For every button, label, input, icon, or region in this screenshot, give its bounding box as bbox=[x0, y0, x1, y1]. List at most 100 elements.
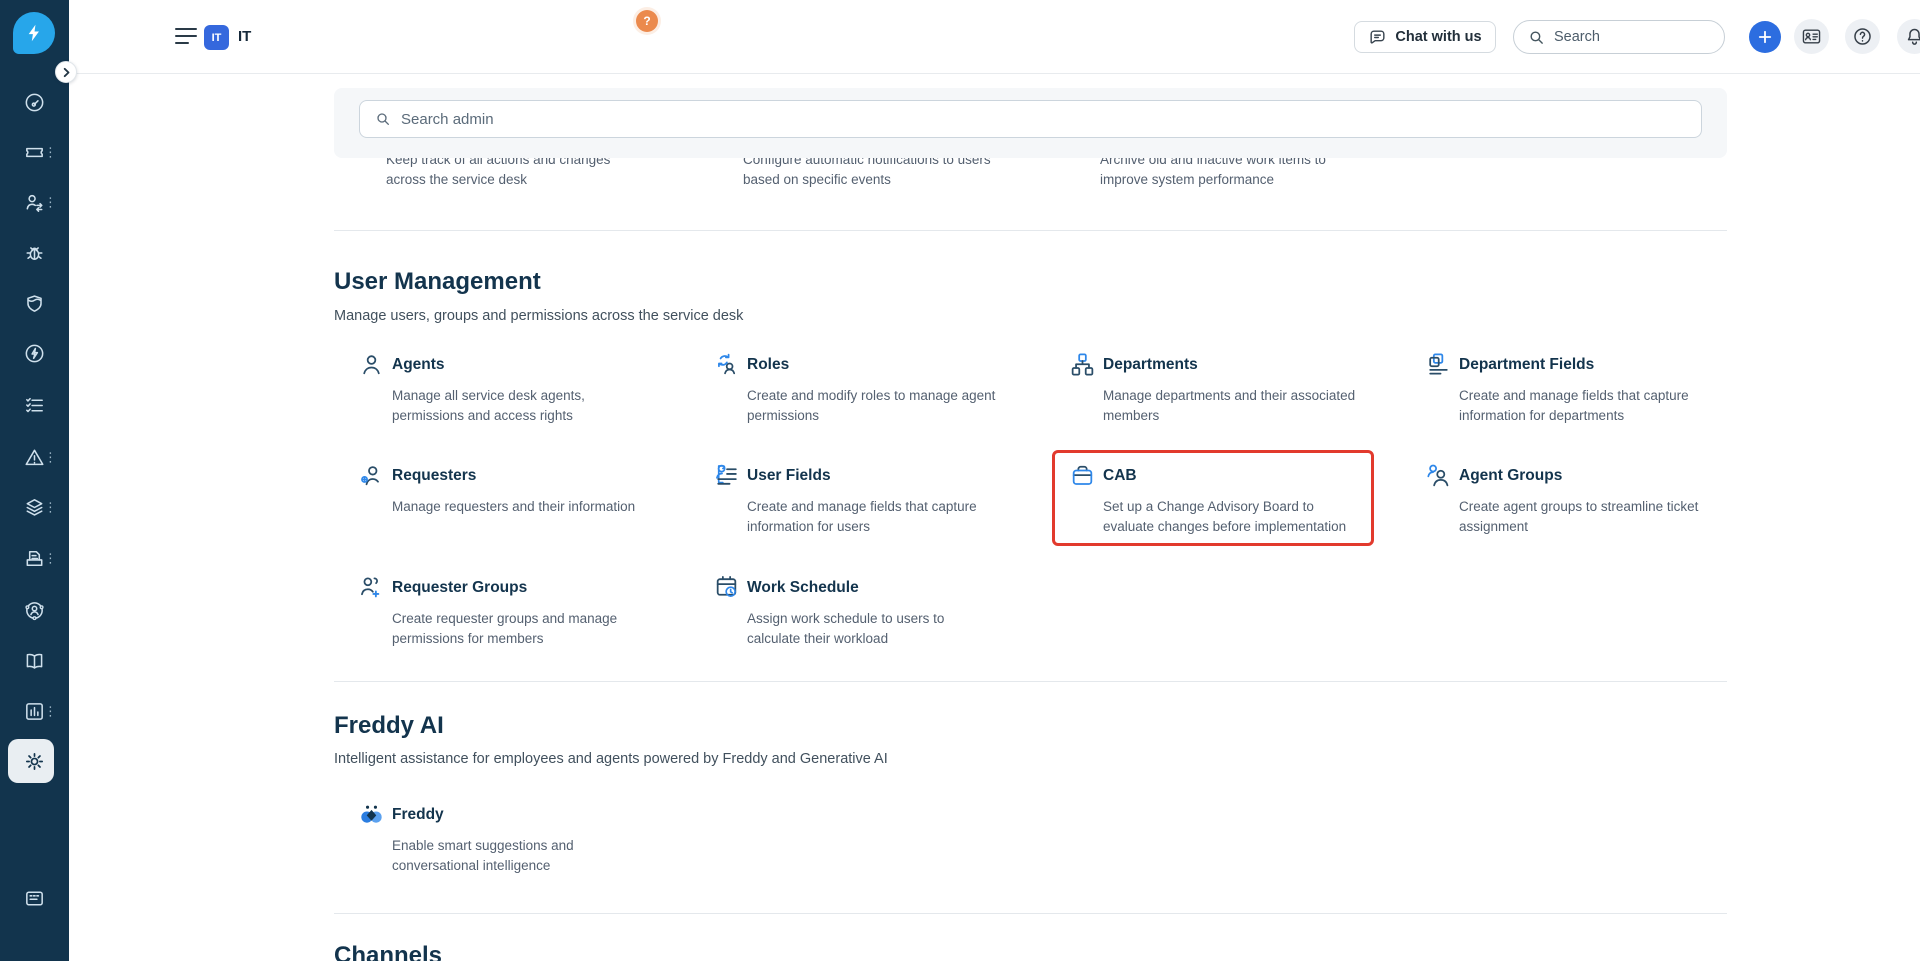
card-description: Enable smart suggestions and conversatio… bbox=[392, 836, 574, 876]
book-icon bbox=[23, 650, 46, 673]
bell-button[interactable] bbox=[1897, 19, 1920, 54]
admin-card-roles[interactable]: Roles Create and modify roles to manage a… bbox=[713, 352, 1053, 426]
roles-icon bbox=[713, 351, 740, 378]
admin-search-box[interactable] bbox=[359, 100, 1702, 138]
requesters-icon bbox=[358, 462, 385, 489]
search-icon bbox=[1528, 29, 1545, 46]
card-description: Create and modify roles to manage agent … bbox=[747, 386, 995, 426]
bolt-circle-icon bbox=[23, 342, 46, 365]
card-title: User Fields bbox=[747, 463, 977, 489]
card-title: Department Fields bbox=[1459, 352, 1689, 378]
kebab-menu-icon[interactable]: ⋮ bbox=[44, 556, 57, 561]
card-title: Work Schedule bbox=[747, 575, 944, 601]
kebab-menu-icon[interactable]: ⋮ bbox=[44, 505, 57, 510]
section-title-channels: Channels bbox=[334, 942, 442, 961]
chat-with-us-button[interactable]: Chat with us bbox=[1354, 21, 1496, 53]
bell-icon bbox=[1904, 26, 1920, 47]
card-title: Freddy bbox=[392, 802, 574, 828]
card-title: Roles bbox=[747, 352, 995, 378]
admin-search-input[interactable] bbox=[401, 111, 1701, 128]
speedometer-icon bbox=[23, 91, 46, 114]
freshworks-logo-icon[interactable] bbox=[13, 12, 55, 54]
task-list-icon bbox=[23, 394, 46, 417]
shield-icon bbox=[23, 292, 46, 315]
card-description: Manage requesters and their information bbox=[392, 497, 635, 517]
id-card-button[interactable] bbox=[1794, 19, 1829, 54]
sidebar-item-gear[interactable] bbox=[0, 741, 69, 781]
sidebar-item-bottom-panel[interactable] bbox=[0, 878, 69, 918]
card-title: Agents bbox=[392, 352, 585, 378]
sidebar-item-ticket[interactable]: ⋮ bbox=[0, 132, 69, 172]
departments-icon bbox=[1069, 351, 1096, 378]
card-title: Agent Groups bbox=[1459, 463, 1698, 489]
card-title: Departments bbox=[1103, 352, 1355, 378]
gear-icon bbox=[23, 750, 46, 773]
admin-card-departments[interactable]: Departments Manage departments and their … bbox=[1069, 352, 1409, 426]
section-divider bbox=[334, 230, 1727, 231]
global-search[interactable] bbox=[1513, 20, 1725, 54]
card-description: Create and manage fields that capture in… bbox=[1459, 386, 1689, 426]
card-description: Assign work schedule to users to calcula… bbox=[747, 609, 944, 649]
sidebar-item-user-arrows[interactable]: ⋮ bbox=[0, 182, 69, 222]
kebab-menu-icon[interactable]: ⋮ bbox=[44, 150, 57, 155]
admin-card-department-fields[interactable]: Department Fields Create and manage field… bbox=[1425, 352, 1765, 426]
sidebar-item-user-orbit[interactable] bbox=[0, 590, 69, 630]
agents-icon bbox=[358, 351, 385, 378]
section-divider bbox=[334, 913, 1727, 914]
user-fields-icon bbox=[713, 462, 740, 489]
global-search-input[interactable] bbox=[1554, 29, 1704, 45]
sidebar-item-task-list[interactable] bbox=[0, 385, 69, 425]
workspace-badge[interactable]: IT bbox=[204, 25, 229, 50]
sidebar-item-layers[interactable]: ⋮ bbox=[0, 487, 69, 527]
sidebar-item-bar-chart[interactable]: ⋮ bbox=[0, 691, 69, 731]
sidebar-expand-chevron-icon[interactable] bbox=[55, 61, 77, 83]
help-circle-icon bbox=[1852, 26, 1873, 47]
user-orbit-icon bbox=[23, 599, 46, 622]
bar-chart-icon bbox=[23, 700, 46, 723]
kebab-menu-icon[interactable]: ⋮ bbox=[44, 455, 57, 460]
department-fields-icon bbox=[1425, 351, 1452, 378]
section-title-freddy-ai: Freddy AI bbox=[334, 712, 444, 740]
admin-card-requester-groups[interactable]: Requester GroupsCreate requester groups … bbox=[358, 575, 698, 649]
section-divider bbox=[334, 681, 1727, 682]
section-title-user-management: User Management bbox=[334, 268, 541, 296]
onboarding-hint-badge[interactable]: ? bbox=[636, 10, 658, 32]
admin-settings-page: ⋮⋮⋮⋮⋮⋮ IT IT ? Chat with us Keep trac bbox=[0, 0, 1920, 961]
sidebar-item-printer-doc[interactable]: ⋮ bbox=[0, 538, 69, 578]
sidebar: ⋮ ⋮ ⋮ ⋮ ⋮ ⋮ bbox=[0, 0, 69, 961]
admin-card-work-schedule[interactable]: Work Schedule Assign work schedule to use… bbox=[713, 575, 1053, 649]
card-title: Requester Groups bbox=[392, 575, 617, 601]
sidebar-item-bolt-circle[interactable] bbox=[0, 333, 69, 373]
admin-card-user-fields[interactable]: User Fields Create and manage fields that… bbox=[713, 463, 1053, 537]
section-subtitle-freddy-ai: Intelligent assistance for employees and… bbox=[334, 751, 888, 767]
workspace-name: IT bbox=[238, 28, 251, 45]
cab-icon bbox=[1069, 462, 1096, 489]
admin-card-agents[interactable]: AgentsManage all service desk agents, pe… bbox=[358, 352, 698, 426]
card-description: Manage departments and their associated … bbox=[1103, 386, 1355, 426]
admin-card-requesters[interactable]: Requesters Manage requesters and their in… bbox=[358, 463, 698, 517]
card-description: Create and manage fields that capture in… bbox=[747, 497, 977, 537]
admin-card-cab[interactable]: CABSet up a Change Advisory Board to eva… bbox=[1069, 463, 1409, 537]
kebab-menu-icon[interactable]: ⋮ bbox=[44, 200, 57, 205]
card-title: Requesters bbox=[392, 463, 635, 489]
kebab-menu-icon[interactable]: ⋮ bbox=[44, 709, 57, 714]
card-description: Set up a Change Advisory Board to evalua… bbox=[1103, 497, 1346, 537]
admin-card-agent-groups[interactable]: Agent GroupsCreate agent groups to strea… bbox=[1425, 463, 1765, 537]
sidebar-item-shield[interactable] bbox=[0, 283, 69, 323]
requester-groups-icon bbox=[358, 574, 385, 601]
user-arrows-icon bbox=[23, 191, 46, 214]
sidebar-item-book[interactable] bbox=[0, 641, 69, 681]
bug-icon bbox=[23, 241, 46, 264]
section-subtitle-user-management: Manage users, groups and permissions acr… bbox=[334, 308, 743, 324]
sidebar-item-bug[interactable] bbox=[0, 232, 69, 272]
admin-search-container bbox=[334, 88, 1727, 158]
sidebar-item-alert-triangle[interactable]: ⋮ bbox=[0, 437, 69, 477]
layers-icon bbox=[23, 496, 46, 519]
quick-create-plus-button[interactable] bbox=[1749, 21, 1781, 53]
help-circle-button[interactable] bbox=[1845, 19, 1880, 54]
top-header: IT IT ? Chat with us bbox=[69, 0, 1920, 74]
ticket-icon bbox=[23, 141, 46, 164]
admin-card-freddy[interactable]: Freddy Enable smart suggestions and conve… bbox=[358, 802, 698, 876]
hamburger-menu-icon[interactable] bbox=[173, 25, 199, 49]
sidebar-item-speedometer[interactable] bbox=[0, 82, 69, 122]
